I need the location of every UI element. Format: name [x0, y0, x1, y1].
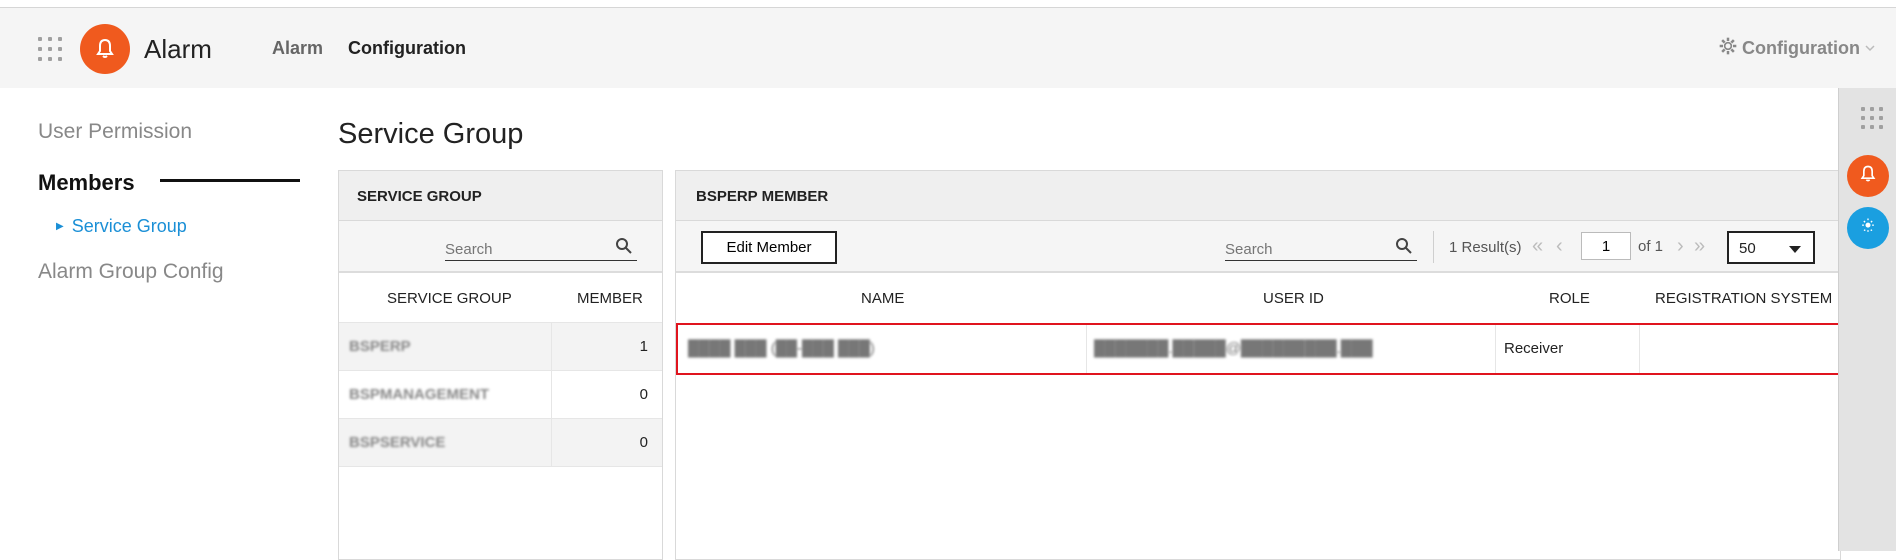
service-group-name: BSPMANAGEMENT	[349, 386, 490, 403]
column-header-registration-system[interactable]: REGISTRATION SYSTEM	[1655, 290, 1832, 307]
sidebar-item-members[interactable]: Members	[38, 170, 135, 196]
column-header-name[interactable]: NAME	[861, 290, 904, 307]
cell-divider	[1495, 325, 1496, 373]
search-bar	[339, 221, 662, 273]
sidebar-item-label: Service Group	[71, 216, 187, 236]
top-nav: Alarm Configuration	[272, 38, 466, 59]
app-title: Alarm	[144, 34, 212, 64]
last-page-icon[interactable]: »	[1694, 235, 1705, 258]
service-group-name: BSPSERVICE	[349, 434, 446, 451]
search-icon[interactable]	[1395, 237, 1413, 260]
alarm-shortcut-button[interactable]	[1847, 155, 1889, 197]
sidebar-item-user-permission[interactable]: User Permission	[38, 120, 192, 144]
page-size-value: 50	[1739, 240, 1756, 257]
sidebar-item-alarm-group-config[interactable]: Alarm Group Config	[38, 260, 224, 284]
table-header: NAME USER ID ROLE REGISTRATION SYSTEM	[676, 273, 1840, 323]
column-header-service-group[interactable]: SERVICE GROUP	[387, 290, 512, 307]
left-sidebar: User Permission Members ▶ Service Group …	[0, 88, 310, 551]
table-header: SERVICE GROUP MEMBER	[339, 273, 662, 323]
caret-down-icon	[1789, 246, 1801, 253]
column-header-role[interactable]: ROLE	[1549, 290, 1590, 307]
nav-alarm[interactable]: Alarm	[272, 38, 323, 59]
member-user-id: ███████.█████@█████████.███	[1094, 340, 1373, 357]
search-input[interactable]	[445, 231, 637, 259]
sidebar-item-service-group[interactable]: ▶ Service Group	[56, 216, 187, 237]
member-name: ████ ███ (██-███ ███)	[688, 340, 875, 357]
service-group-name: BSPERP	[349, 338, 411, 355]
cell-divider	[551, 371, 552, 419]
member-toolbar: Edit Member 1 Result(s) « ‹ of 1 › » 50	[676, 221, 1840, 273]
cell-divider	[1086, 325, 1087, 373]
member-count: 1	[639, 338, 648, 355]
top-border	[0, 0, 1896, 8]
member-search[interactable]	[1225, 231, 1417, 261]
table-row[interactable]: BSPSERVICE 0	[339, 419, 662, 467]
apps-grid-icon[interactable]	[1861, 107, 1883, 129]
column-header-user-id[interactable]: USER ID	[1263, 290, 1324, 307]
column-header-member[interactable]: MEMBER	[577, 290, 643, 307]
member-count: 0	[639, 434, 648, 451]
bell-logo-icon[interactable]	[80, 24, 130, 74]
weather-shortcut-button[interactable]	[1847, 207, 1889, 249]
right-rail	[1838, 88, 1896, 551]
panel-header: SERVICE GROUP	[339, 171, 662, 221]
prev-page-icon[interactable]: ‹	[1556, 235, 1563, 258]
nav-configuration[interactable]: Configuration	[348, 38, 466, 59]
page-title: Service Group	[338, 118, 524, 150]
first-page-icon[interactable]: «	[1532, 235, 1543, 258]
apps-grid-icon[interactable]	[38, 37, 62, 61]
bell-icon	[1858, 164, 1878, 189]
gear-icon	[1718, 36, 1738, 61]
chevron-down-icon	[1864, 38, 1876, 59]
search-icon[interactable]	[615, 237, 633, 260]
cell-divider	[1639, 325, 1640, 373]
configuration-menu-label: Configuration	[1742, 38, 1860, 58]
triangle-right-icon: ▶	[56, 221, 64, 232]
member-panel: BSPERP MEMBER Edit Member 1 Result(s) « …	[675, 170, 1841, 560]
table-row[interactable]: ████ ███ (██-███ ███) ███████.█████@████…	[676, 323, 1840, 375]
weather-icon	[1858, 216, 1878, 241]
search-input[interactable]	[1225, 231, 1417, 259]
page-number-input[interactable]	[1581, 232, 1631, 260]
toolbar-divider	[1433, 231, 1434, 263]
member-count: 0	[639, 386, 648, 403]
panel-header: BSPERP MEMBER	[676, 171, 1840, 221]
next-page-icon[interactable]: ›	[1677, 235, 1684, 258]
result-count: 1 Result(s)	[1449, 239, 1522, 256]
edit-member-button[interactable]: Edit Member	[701, 231, 837, 264]
cell-divider	[551, 323, 552, 371]
page-total: of 1	[1638, 238, 1664, 255]
configuration-menu[interactable]: Configuration	[1718, 36, 1876, 61]
page-size-select[interactable]: 50	[1727, 231, 1815, 264]
member-role: Receiver	[1504, 340, 1564, 357]
table-row[interactable]: BSPMANAGEMENT 0	[339, 371, 662, 419]
table-row[interactable]: BSPERP 1	[339, 323, 662, 371]
app-header: Alarm Alarm Configuration Configuration	[0, 8, 1896, 88]
service-group-panel: SERVICE GROUP SERVICE GROUP MEMBER BSPER…	[338, 170, 663, 560]
cell-divider	[551, 419, 552, 467]
service-group-search[interactable]	[445, 231, 637, 261]
active-indicator-line	[160, 179, 300, 182]
